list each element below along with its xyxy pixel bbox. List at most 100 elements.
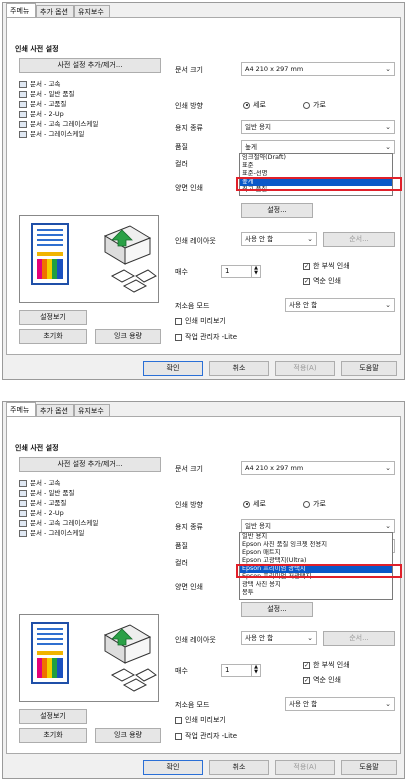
preset-item[interactable]: 문서 - 고속 xyxy=(19,79,159,89)
paper-type-select[interactable]: 일반 용지 ⌄ xyxy=(241,120,395,134)
layout-select[interactable]: 사용 안 함 ⌄ xyxy=(241,631,317,645)
ok-button[interactable]: 확인 xyxy=(143,760,203,775)
page-order-button[interactable]: 순서... xyxy=(323,232,395,247)
document-preset-icon xyxy=(19,90,27,98)
quiet-mode-select[interactable]: 사용 안 함 ⌄ xyxy=(285,697,395,711)
ok-button[interactable]: 확인 xyxy=(143,361,203,376)
paper-type-select[interactable]: 일반 용지 ⌄ xyxy=(241,519,395,533)
apply-button[interactable]: 적용(A) xyxy=(275,760,335,775)
preset-item[interactable]: 문서 - 2-Up xyxy=(19,508,159,518)
help-button[interactable]: 도움말 xyxy=(341,760,397,775)
preset-item[interactable]: 문서 - 고속 그레이스케일 xyxy=(19,518,159,528)
tab-main[interactable]: 주메뉴 xyxy=(6,3,36,18)
reset-button[interactable]: 초기화 xyxy=(19,329,87,344)
quiet-mode-select[interactable]: 사용 안 함 ⌄ xyxy=(285,298,395,312)
portrait-label: 세로 xyxy=(253,500,266,508)
chevron-down-icon: ⌄ xyxy=(307,235,313,243)
label-paper-type: 용지 종류 xyxy=(175,523,203,531)
portrait-radio[interactable]: 세로 xyxy=(243,100,266,110)
paper-type-option[interactable]: 일반 용지 xyxy=(240,533,392,541)
stepper-arrows-icon[interactable]: ▲ ▼ xyxy=(251,266,260,277)
label-layout: 인쇄 레이아웃 xyxy=(175,636,216,644)
preset-item[interactable]: 문서 - 그레이스케일 xyxy=(19,129,159,139)
preset-label: 문서 - 고품질 xyxy=(30,499,67,507)
ink-levels-button[interactable]: 잉크 용량 xyxy=(95,329,161,344)
preset-label: 문서 - 일반 품질 xyxy=(30,90,75,98)
copies-stepper[interactable]: 1 ▲ ▼ xyxy=(221,265,261,278)
apply-button[interactable]: 적용(A) xyxy=(275,361,335,376)
collate-checkbox[interactable]: ✓ 한 부씩 인쇄 xyxy=(303,660,350,670)
preset-item[interactable]: 문서 - 일반 품질 xyxy=(19,488,159,498)
chevron-down-icon: ⌄ xyxy=(385,143,391,151)
help-button[interactable]: 도움말 xyxy=(341,361,397,376)
copies-stepper[interactable]: 1 ▲ ▼ xyxy=(221,664,261,677)
checkbox-empty-icon xyxy=(175,317,182,325)
preset-item[interactable]: 문서 - 2-Up xyxy=(19,109,159,119)
preset-list[interactable]: 문서 - 고속 문서 - 일반 품질 문서 - 고품질 문서 - 2-Up 문서 - 고… xyxy=(19,478,159,564)
document-preset-icon xyxy=(19,519,27,527)
add-remove-presets-button[interactable]: 사전 설정 추가/제거... xyxy=(19,457,161,472)
label-copies: 매수 xyxy=(175,667,188,675)
paper-type-option[interactable]: Epson 사진 품질 잉크젯 전용지 xyxy=(240,541,392,549)
paper-type-option[interactable]: 광택 사진 용지 xyxy=(240,581,392,589)
radio-empty-icon xyxy=(303,101,310,109)
tab-main[interactable]: 주메뉴 xyxy=(6,402,36,417)
landscape-radio[interactable]: 가로 xyxy=(303,499,326,509)
quality-select[interactable]: 높게 ⌄ xyxy=(241,140,395,154)
preset-item[interactable]: 문서 - 고속 그레이스케일 xyxy=(19,119,159,129)
reverse-order-checkbox[interactable]: ✓ 역순 인쇄 xyxy=(303,276,341,286)
preset-item[interactable]: 문서 - 고품질 xyxy=(19,99,159,109)
chevron-down-icon: ⌄ xyxy=(385,700,391,708)
preset-item[interactable]: 문서 - 고속 xyxy=(19,478,159,488)
quality-option[interactable]: 잉크절약(Draft) xyxy=(240,154,392,162)
duplex-settings-button[interactable]: 설정... xyxy=(241,602,313,617)
quality-value: 높게 xyxy=(245,143,257,151)
radio-selected-icon xyxy=(243,500,250,508)
paper-type-option[interactable]: Epson 매트지 xyxy=(240,549,392,557)
reset-button[interactable]: 초기화 xyxy=(19,728,87,743)
show-settings-button[interactable]: 설정보기 xyxy=(19,310,87,325)
landscape-label: 가로 xyxy=(313,500,326,508)
label-color: 컬러 xyxy=(175,559,188,567)
collate-label: 한 부씩 인쇄 xyxy=(313,262,350,270)
paper-type-option[interactable]: 봉투 xyxy=(240,589,392,597)
label-paper-size: 문서 크기 xyxy=(175,66,203,74)
document-preset-icon xyxy=(19,80,27,88)
duplex-settings-button[interactable]: 설정... xyxy=(241,203,313,218)
page-order-button[interactable]: 순서... xyxy=(323,631,395,646)
document-preset-icon xyxy=(19,100,27,108)
label-paper-type: 용지 종류 xyxy=(175,124,203,132)
paper-size-select[interactable]: A4 210 x 297 mm ⌄ xyxy=(241,461,395,475)
job-arranger-checkbox[interactable]: 작업 관리자 -Lite xyxy=(175,332,237,342)
collate-checkbox[interactable]: ✓ 한 부씩 인쇄 xyxy=(303,261,350,271)
print-preview-checkbox[interactable]: 인쇄 미리보기 xyxy=(175,316,226,326)
stepper-arrows-icon[interactable]: ▲ ▼ xyxy=(251,665,260,676)
preset-list[interactable]: 문서 - 고속 문서 - 일반 품질 문서 - 고품질 문서 - 2-Up 문서 - 고… xyxy=(19,79,159,165)
job-arranger-checkbox[interactable]: 작업 관리자 -Lite xyxy=(175,731,237,741)
printer-preview-illustration xyxy=(31,223,157,293)
radio-empty-icon xyxy=(303,500,310,508)
ink-levels-button[interactable]: 잉크 용량 xyxy=(95,728,161,743)
preset-label: 문서 - 2-Up xyxy=(30,110,64,118)
reverse-order-checkbox[interactable]: ✓ 역순 인쇄 xyxy=(303,675,341,685)
layout-select[interactable]: 사용 안 함 ⌄ xyxy=(241,232,317,246)
add-remove-presets-button[interactable]: 사전 설정 추가/제거... xyxy=(19,58,161,73)
label-orientation: 인쇄 방향 xyxy=(175,102,203,110)
portrait-radio[interactable]: 세로 xyxy=(243,499,266,509)
preset-item[interactable]: 문서 - 일반 품질 xyxy=(19,89,159,99)
preset-item[interactable]: 문서 - 고품질 xyxy=(19,498,159,508)
show-settings-button[interactable]: 설정보기 xyxy=(19,709,87,724)
preset-item[interactable]: 문서 - 그레이스케일 xyxy=(19,528,159,538)
cancel-button[interactable]: 취소 xyxy=(209,361,269,376)
copies-value: 1 xyxy=(225,267,230,275)
landscape-radio[interactable]: 가로 xyxy=(303,100,326,110)
cancel-button[interactable]: 취소 xyxy=(209,760,269,775)
label-duplex: 양면 인쇄 xyxy=(175,583,203,591)
collate-label: 한 부씩 인쇄 xyxy=(313,661,350,669)
highlight-box xyxy=(236,177,402,191)
quality-option[interactable]: 표준 xyxy=(240,162,392,170)
label-duplex: 양면 인쇄 xyxy=(175,184,203,192)
print-preview-checkbox[interactable]: 인쇄 미리보기 xyxy=(175,715,226,725)
paper-size-select[interactable]: A4 210 x 297 mm ⌄ xyxy=(241,62,395,76)
label-paper-size: 문서 크기 xyxy=(175,465,203,473)
